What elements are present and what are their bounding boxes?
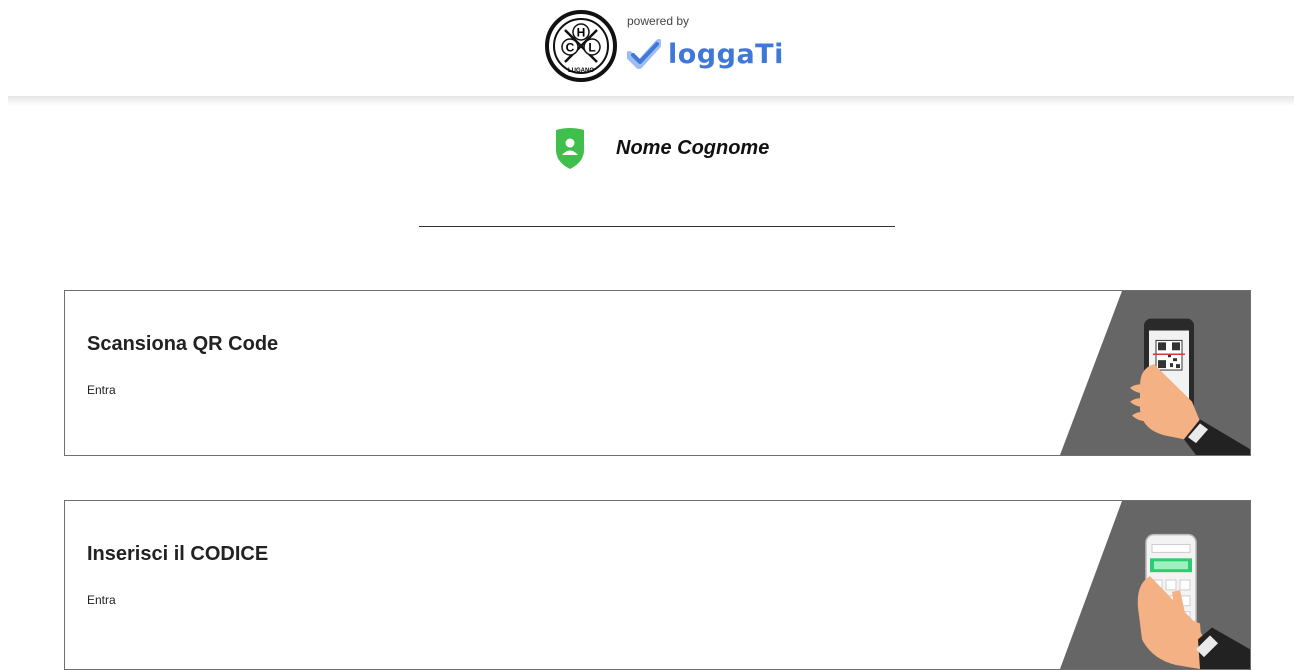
powered-by-label: powered by — [627, 14, 690, 28]
card-subtitle[interactable]: Entra — [87, 383, 116, 397]
header-shadow — [8, 96, 1294, 106]
brand-logo: loggaTi — [627, 34, 784, 74]
brand-check-icon — [627, 39, 661, 69]
phone-qr-scan-icon — [1060, 291, 1250, 455]
svg-text:L: L — [588, 41, 595, 55]
header: H C L LUGANO powered by loggaTi — [0, 0, 1301, 96]
svg-text:C: C — [566, 41, 575, 55]
svg-text:H: H — [577, 26, 586, 40]
card-title: Scansiona QR Code — [87, 333, 279, 355]
scan-qr-card[interactable]: Scansiona QR Code Entra — [64, 290, 1251, 456]
user-name: Nome Cognome — [616, 136, 770, 159]
card-title: Inserisci il CODICE — [87, 543, 269, 565]
svg-text:LUGANO: LUGANO — [568, 68, 594, 74]
brand-name: loggaTi — [668, 38, 784, 70]
card-subtitle[interactable]: Entra — [87, 593, 116, 607]
phone-keypad-icon — [1060, 501, 1250, 669]
divider — [419, 226, 895, 227]
club-logo: H C L LUGANO — [545, 10, 617, 82]
user-info: Nome Cognome — [554, 126, 769, 170]
user-shield-icon — [556, 128, 584, 169]
enter-code-card[interactable]: Inserisci il CODICE Entra — [64, 500, 1251, 670]
